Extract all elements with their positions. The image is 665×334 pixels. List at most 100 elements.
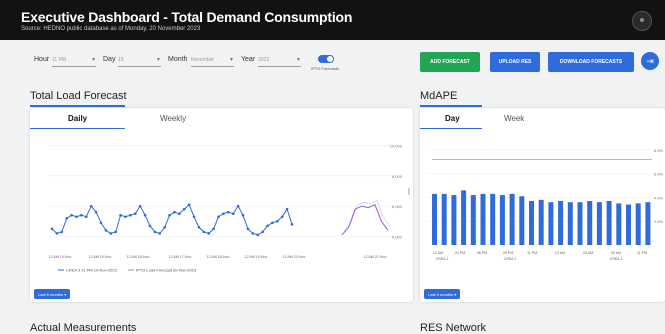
bar	[635, 203, 641, 245]
data-point	[192, 215, 196, 219]
x-tick-label: 03 PM	[455, 251, 465, 255]
data-point	[168, 213, 171, 217]
data-point	[266, 224, 269, 228]
x-group-label: CREA 3	[610, 257, 623, 261]
year-select[interactable]: 2023 ▾	[258, 53, 301, 67]
chevron-down-icon: ▾	[91, 57, 95, 63]
actual-measurements-title: Actual Measurements	[30, 322, 137, 334]
ipto-forecast-toggle[interactable]	[318, 55, 334, 63]
tab-day[interactable]: Day	[445, 114, 460, 123]
bar	[519, 196, 525, 245]
data-point	[227, 210, 230, 214]
data-point	[133, 212, 137, 216]
upload-res-button[interactable]: UPLOAD RES	[490, 52, 540, 72]
x-tick-label: 09 AM	[611, 251, 621, 255]
bar	[548, 202, 554, 245]
data-point	[148, 224, 152, 228]
data-point	[153, 230, 157, 234]
day-select[interactable]: 19 ▾	[118, 53, 161, 67]
load-range-button[interactable]: Last 6 months ▾	[34, 289, 71, 299]
data-point	[276, 219, 279, 223]
x-tick-label: 12 AM	[433, 251, 443, 255]
bar	[558, 201, 564, 245]
x-tick-label: 12 AM 16-Nov	[127, 255, 150, 259]
y-tick-label: 2.0%	[654, 219, 664, 224]
y-tick-label: 8,000	[392, 174, 403, 179]
hour-label: Hour	[34, 56, 50, 63]
month-value: November	[191, 57, 215, 63]
month-select[interactable]: November ▾	[191, 53, 234, 67]
y-tick-label: 4.0%	[654, 195, 664, 200]
y-tick-label: 6,000	[392, 204, 403, 209]
day-value: 19	[118, 57, 124, 63]
bar	[577, 202, 583, 245]
month-label: Month	[168, 56, 188, 63]
data-point	[290, 223, 294, 226]
chevron-down-icon: ▾	[156, 57, 160, 63]
year-value: 2023	[258, 57, 270, 63]
x-tick-label: 12 AM	[555, 251, 565, 255]
data-point	[236, 204, 240, 208]
add-forecast-button[interactable]: ADD FORECAST	[420, 52, 480, 72]
tab-daily[interactable]: Daily	[68, 114, 87, 123]
data-point	[99, 221, 103, 225]
res-network-title: RES Network	[420, 322, 487, 334]
bar	[596, 202, 602, 245]
data-point	[75, 215, 78, 219]
data-point	[202, 230, 206, 234]
data-point	[251, 232, 255, 235]
hour-select[interactable]: 11 PM ▾	[52, 53, 96, 67]
download-forecasts-button[interactable]: DOWNLOAD FORECASTS	[548, 52, 634, 72]
data-point	[241, 213, 245, 217]
series-line-crea3	[51, 203, 293, 236]
mdape-range-button[interactable]: Last 3 months ▾	[424, 289, 461, 299]
mdape-title-underline	[420, 105, 482, 107]
data-point	[138, 204, 142, 208]
bar	[616, 203, 622, 245]
data-point	[70, 213, 73, 217]
data-point	[280, 215, 284, 219]
bar	[470, 195, 476, 245]
logout-icon[interactable]: ⇥	[641, 52, 659, 70]
y-tick-label: 10,000	[390, 144, 403, 149]
x-tick-label: 12 AM 15-Nov	[89, 255, 112, 259]
chart-scroll-handle	[408, 188, 410, 195]
tab-active-indicator	[30, 128, 125, 129]
data-point	[256, 233, 260, 237]
mdape-card: Day Week 8.0% 6.0% 4.0% 2.0% 12 AM 03 PM 06 PM…	[420, 108, 665, 302]
data-point	[182, 207, 186, 211]
load-forecast-title: Total Load Forecast	[30, 90, 127, 102]
bar	[567, 202, 573, 245]
data-point	[65, 216, 68, 220]
data-point	[178, 212, 181, 216]
user-avatar-icon[interactable]	[632, 11, 652, 31]
data-point	[104, 229, 108, 232]
data-point	[197, 226, 201, 229]
bar	[626, 204, 631, 245]
bar	[509, 193, 515, 245]
data-point	[119, 213, 122, 217]
x-tick-label: 12 AM 20-Nov	[283, 255, 306, 259]
data-point	[89, 204, 93, 208]
x-group-label: CREA 1	[436, 257, 449, 261]
load-forecast-chart: 10,000 8,000 6,000 4,000 12 AM 14-Nov 12 AM 1…	[48, 144, 410, 273]
x-tick-label: 12 AM 14-Nov	[49, 255, 72, 259]
x-tick-label: 12 AM 21-Nov	[364, 255, 387, 259]
tab-week[interactable]: Week	[504, 114, 524, 123]
chevron-down-icon: ▾	[296, 57, 300, 63]
data-point	[246, 227, 250, 231]
y-tick-label: 6.0%	[654, 172, 664, 177]
data-point	[285, 207, 289, 211]
tab-weekly[interactable]: Weekly	[160, 114, 186, 123]
data-point	[212, 227, 215, 231]
x-tick-label: 03 AM	[583, 251, 593, 255]
header-bar: Executive Dashboard - Total Demand Consu…	[0, 0, 665, 40]
data-point	[158, 232, 162, 235]
series-line-crea3-overlay	[343, 200, 391, 232]
bar	[529, 201, 534, 245]
chevron-down-icon: ▾	[64, 291, 67, 297]
data-point	[84, 215, 88, 219]
data-point	[114, 230, 117, 234]
x-tick-label: 06 PM	[477, 251, 487, 255]
x-group-label: CREA 2	[504, 257, 517, 261]
